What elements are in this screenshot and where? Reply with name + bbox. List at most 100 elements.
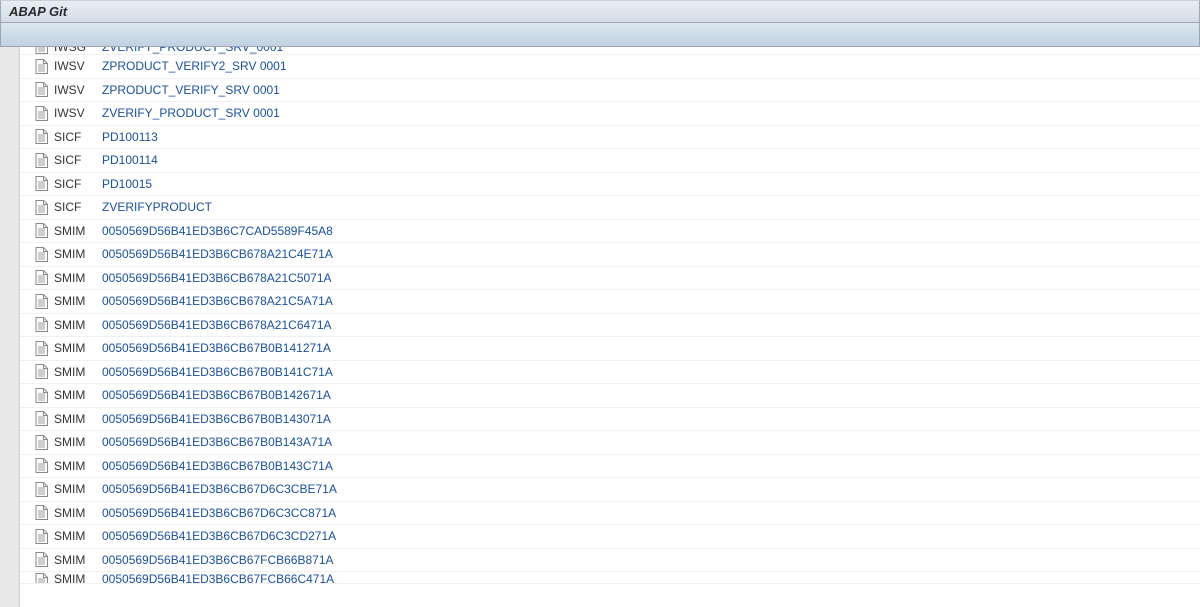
document-icon [34, 270, 48, 286]
object-name-link[interactable]: PD100113 [102, 130, 158, 144]
list-item: SMIM0050569D56B41ED3B6CB67D6C3CBE71A [20, 478, 1200, 502]
left-gutter [0, 47, 20, 607]
document-icon [34, 199, 48, 215]
object-name-link[interactable]: ZVERIFY_PRODUCT_SRV_0001 [102, 47, 283, 54]
object-name-link[interactable]: ZVERIFYPRODUCT [102, 200, 212, 214]
document-icon [34, 458, 48, 474]
object-type: SMIM [54, 482, 102, 496]
list-item: SMIM0050569D56B41ED3B6CB67B0B143071A [20, 408, 1200, 432]
object-name-link[interactable]: 0050569D56B41ED3B6CB678A21C6471A [102, 318, 332, 332]
list-item: SMIM0050569D56B41ED3B6C7CAD5589F45A8 [20, 220, 1200, 244]
document-icon [34, 528, 48, 544]
object-list: IWSGZVERIFY_PRODUCT_SRV_0001 IWSVZPRODUC… [20, 47, 1200, 607]
object-type: SMIM [54, 224, 102, 238]
document-icon [34, 246, 48, 262]
list-item: SICFZVERIFYPRODUCT [20, 196, 1200, 220]
object-type: SMIM [54, 459, 102, 473]
object-name-link[interactable]: PD100114 [102, 153, 158, 167]
object-type: SMIM [54, 572, 102, 584]
object-type: SMIM [54, 271, 102, 285]
list-item: SMIM0050569D56B41ED3B6CB678A21C6471A [20, 314, 1200, 338]
object-type: SMIM [54, 435, 102, 449]
object-type: IWSG [54, 47, 102, 54]
object-type: SMIM [54, 412, 102, 426]
object-type: SMIM [54, 294, 102, 308]
object-name-link[interactable]: 0050569D56B41ED3B6CB67B0B143A71A [102, 435, 332, 449]
list-item: SICFPD100114 [20, 149, 1200, 173]
document-icon [34, 505, 48, 521]
object-type: SICF [54, 177, 102, 191]
object-name-link[interactable]: 0050569D56B41ED3B6CB67FCB66B871A [102, 553, 334, 567]
object-type: IWSV [54, 83, 102, 97]
object-name-link[interactable]: ZPRODUCT_VERIFY2_SRV 0001 [102, 59, 287, 73]
document-icon [34, 317, 48, 333]
object-name-link[interactable]: 0050569D56B41ED3B6CB678A21C5071A [102, 271, 332, 285]
object-type: SMIM [54, 318, 102, 332]
list-item: IWSVZPRODUCT_VERIFY2_SRV 0001 [20, 55, 1200, 79]
list-item: SICFPD100113 [20, 126, 1200, 150]
object-name-link[interactable]: 0050569D56B41ED3B6CB67B0B141271A [102, 341, 331, 355]
object-name-link[interactable]: 0050569D56B41ED3B6CB67D6C3CD271A [102, 529, 336, 543]
list-item: SMIM0050569D56B41ED3B6CB67D6C3CC871A [20, 502, 1200, 526]
window-titlebar: ABAP Git [0, 0, 1200, 23]
list-item: IWSGZVERIFY_PRODUCT_SRV_0001 [20, 47, 1200, 55]
list-item: SMIM0050569D56B41ED3B6CB678A21C5071A [20, 267, 1200, 291]
object-type: SICF [54, 153, 102, 167]
list-item: SMIM0050569D56B41ED3B6CB67FCB66B871A [20, 549, 1200, 573]
object-name-link[interactable]: 0050569D56B41ED3B6CB67B0B141C71A [102, 365, 333, 379]
document-icon [34, 552, 48, 568]
object-name-link[interactable]: ZVERIFY_PRODUCT_SRV 0001 [102, 106, 280, 120]
object-type: SMIM [54, 365, 102, 379]
object-name-link[interactable]: 0050569D56B41ED3B6CB67B0B143071A [102, 412, 331, 426]
document-icon [34, 411, 48, 427]
object-name-link[interactable]: 0050569D56B41ED3B6CB67D6C3CC871A [102, 506, 336, 520]
list-item: SMIM0050569D56B41ED3B6CB67FCB66C471A [20, 572, 1200, 584]
object-type: SMIM [54, 506, 102, 520]
document-icon [34, 105, 48, 121]
object-name-link[interactable]: ZPRODUCT_VERIFY_SRV 0001 [102, 83, 280, 97]
object-type: SMIM [54, 553, 102, 567]
list-item: SMIM0050569D56B41ED3B6CB67B0B143A71A [20, 431, 1200, 455]
object-name-link[interactable]: 0050569D56B41ED3B6C7CAD5589F45A8 [102, 224, 333, 238]
object-type: IWSV [54, 59, 102, 73]
list-item: SMIM0050569D56B41ED3B6CB678A21C5A71A [20, 290, 1200, 314]
object-type: SICF [54, 130, 102, 144]
list-item: SMIM0050569D56B41ED3B6CB67B0B143C71A [20, 455, 1200, 479]
object-type: SMIM [54, 247, 102, 261]
list-item: IWSVZVERIFY_PRODUCT_SRV 0001 [20, 102, 1200, 126]
document-icon [34, 176, 48, 192]
list-item: SMIM0050569D56B41ED3B6CB678A21C4E71A [20, 243, 1200, 267]
object-type: SICF [54, 200, 102, 214]
document-icon [34, 223, 48, 239]
document-icon [34, 340, 48, 356]
document-icon [34, 58, 48, 74]
list-item: SMIM0050569D56B41ED3B6CB67B0B141271A [20, 337, 1200, 361]
document-icon [34, 481, 48, 497]
object-name-link[interactable]: 0050569D56B41ED3B6CB67B0B142671A [102, 388, 331, 402]
list-item: IWSVZPRODUCT_VERIFY_SRV 0001 [20, 79, 1200, 103]
object-name-link[interactable]: 0050569D56B41ED3B6CB67B0B143C71A [102, 459, 333, 473]
document-icon [34, 387, 48, 403]
document-icon [34, 293, 48, 309]
object-name-link[interactable]: PD10015 [102, 177, 152, 191]
object-type: IWSV [54, 106, 102, 120]
list-item: SMIM0050569D56B41ED3B6CB67D6C3CD271A [20, 525, 1200, 549]
document-icon [34, 572, 48, 584]
object-name-link[interactable]: 0050569D56B41ED3B6CB67D6C3CBE71A [102, 482, 337, 496]
content: IWSGZVERIFY_PRODUCT_SRV_0001 IWSVZPRODUC… [0, 47, 1200, 607]
object-name-link[interactable]: 0050569D56B41ED3B6CB67FCB66C471A [102, 572, 334, 584]
document-icon [34, 129, 48, 145]
object-name-link[interactable]: 0050569D56B41ED3B6CB678A21C4E71A [102, 247, 333, 261]
toolbar [0, 23, 1200, 47]
window-title: ABAP Git [9, 4, 67, 19]
object-type: SMIM [54, 529, 102, 543]
document-icon [34, 364, 48, 380]
list-item: SICFPD10015 [20, 173, 1200, 197]
document-icon [34, 152, 48, 168]
document-icon [34, 434, 48, 450]
object-name-link[interactable]: 0050569D56B41ED3B6CB678A21C5A71A [102, 294, 333, 308]
object-type: SMIM [54, 341, 102, 355]
document-icon [34, 47, 48, 54]
list-item: SMIM0050569D56B41ED3B6CB67B0B141C71A [20, 361, 1200, 385]
object-type: SMIM [54, 388, 102, 402]
